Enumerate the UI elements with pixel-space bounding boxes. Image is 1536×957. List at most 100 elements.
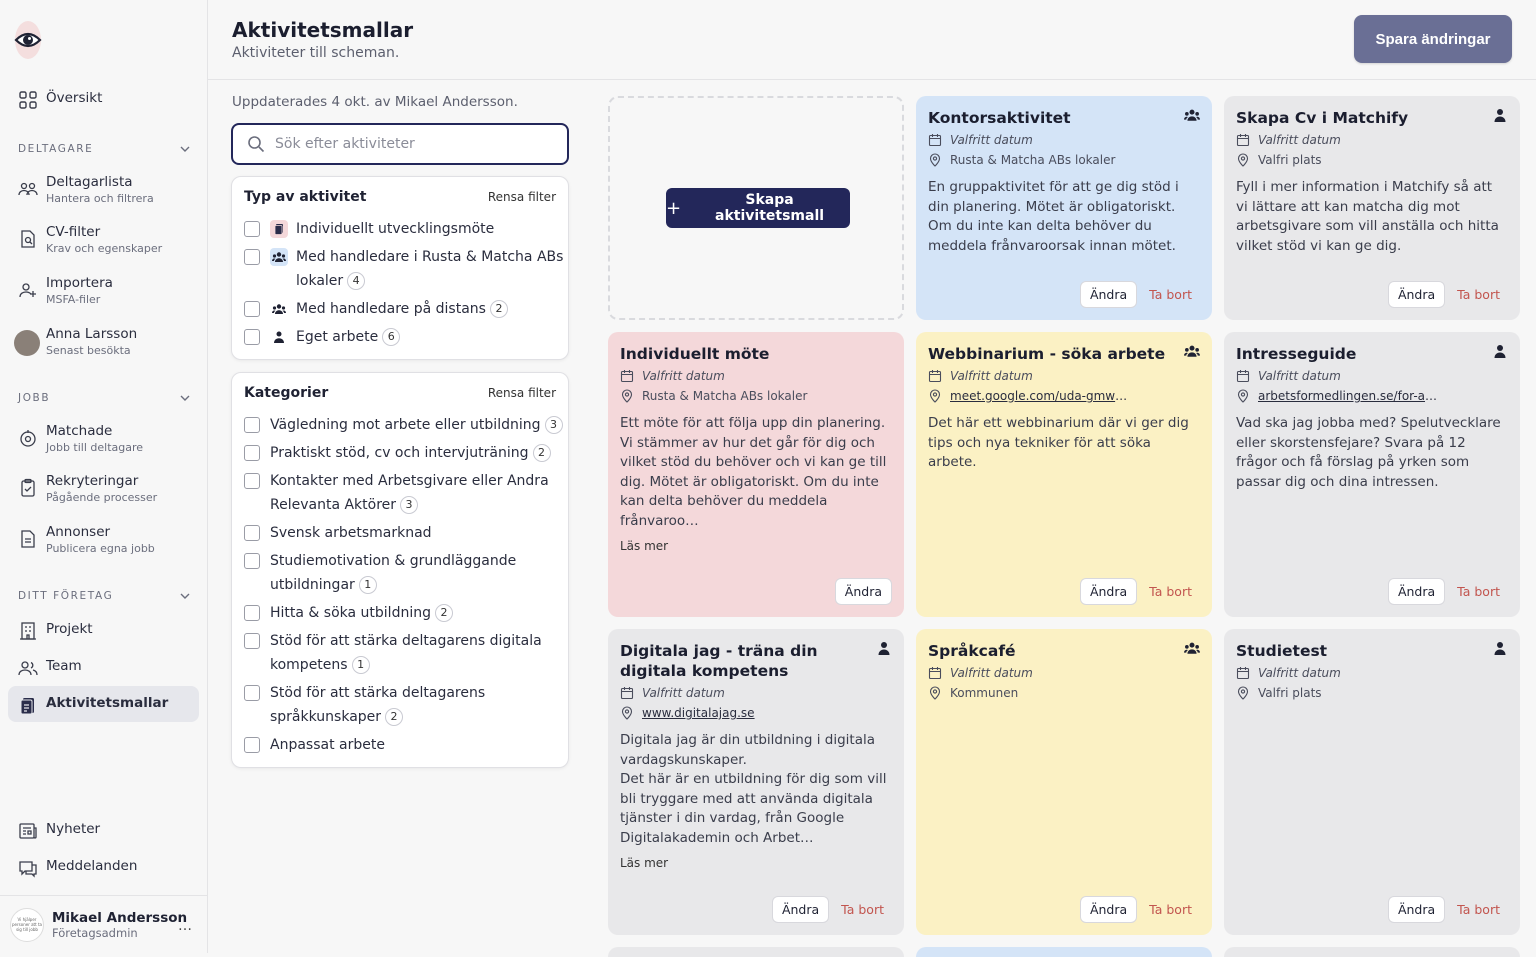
meeting-link[interactable]: meet.google.com/uda-gmwb-s… (950, 389, 1130, 403)
checkbox[interactable] (244, 301, 260, 317)
web-link[interactable]: www.digitalajag.se (642, 706, 755, 720)
calendar-icon (928, 667, 942, 680)
option-label: Stöd för att stärka deltagarens digitala (270, 633, 542, 649)
read-more-link[interactable]: Läs mer (620, 856, 892, 870)
sidebar-item-recent-participant[interactable]: Anna Larsson Senast besökta (8, 325, 199, 361)
checkbox[interactable] (244, 249, 260, 265)
filter-option[interactable]: Med handledare i Rusta & Matcha ABs lokal… (244, 245, 563, 293)
more-options-icon[interactable]: … (178, 918, 193, 934)
activity-card[interactable]: Individuellt möte Valfritt datum Rusta &… (608, 332, 904, 617)
checkbox[interactable] (244, 445, 260, 461)
sidebar-item-matched[interactable]: Matchade Jobb till deltagare (8, 422, 199, 458)
filter-option[interactable]: Vägledning mot arbete eller utbildning 3 (244, 413, 563, 437)
delete-button[interactable]: Ta bort (833, 896, 892, 923)
sidebar-item-participant-list[interactable]: Deltagarlista Hantera och filtrera (8, 173, 199, 209)
activity-card[interactable]: Språkcafé Valfritt datum Kommunen Ändra T… (916, 629, 1212, 935)
filter-option[interactable]: Kontakter med Arbetsgivare eller Andra Re… (244, 469, 549, 517)
filter-option[interactable]: Stöd för att stärka deltagarens språkkuns… (244, 681, 485, 729)
activity-card[interactable]: Studietest Valfritt datum Valfri plats Ä… (1224, 629, 1520, 935)
checkbox[interactable] (244, 525, 260, 541)
filter-option[interactable]: Svensk arbetsmarknad (244, 521, 432, 545)
filter-option[interactable]: Stöd för att stärka deltagarens digitala… (244, 629, 542, 677)
date-text: Valfritt datum (950, 133, 1033, 147)
logo-eye-icon[interactable] (14, 20, 42, 60)
checkbox[interactable] (244, 633, 260, 649)
sidebar-item-label: Team (46, 658, 82, 674)
search-input[interactable] (275, 136, 555, 152)
delete-button[interactable]: Ta bort (1141, 281, 1200, 308)
activity-card-partial[interactable] (916, 947, 1212, 957)
create-template-label: Skapa aktivitetsmall (715, 192, 825, 224)
card-date: Valfritt datum (928, 665, 1200, 681)
checkbox[interactable] (244, 685, 260, 701)
sidebar-item-recruitments[interactable]: Rekryteringar Pågående processer (8, 472, 199, 508)
card-date: Valfritt datum (928, 368, 1200, 384)
count-badge: 1 (351, 656, 370, 674)
edit-button[interactable]: Ändra (1079, 896, 1138, 923)
read-more-link[interactable]: Läs mer (620, 539, 892, 553)
web-link[interactable]: arbetsformedlingen.se/for-arbets… (1258, 389, 1438, 403)
edit-button[interactable]: Ändra (834, 578, 892, 605)
delete-button[interactable]: Ta bort (1449, 578, 1508, 605)
sidebar-item-import[interactable]: Importera MSFA-filer (8, 274, 199, 310)
filter-option[interactable]: Individuellt utvecklingsmöte (244, 217, 494, 241)
card-description: Fyll i mer information i Matchify så att… (1236, 179, 1499, 254)
checkbox[interactable] (244, 605, 260, 621)
checkbox[interactable] (244, 737, 260, 753)
sidebar-item-overview[interactable]: Översikt (8, 89, 199, 111)
card-title: Digitala jag - träna din digitala kompet… (620, 642, 818, 680)
sidebar-item-projects[interactable]: Projekt (8, 620, 199, 642)
search-field[interactable] (231, 123, 569, 165)
delete-button[interactable]: Ta bort (1449, 896, 1508, 923)
clear-filter-button[interactable]: Rensa filter (488, 190, 556, 204)
sidebar-item-messages[interactable]: Meddelanden (8, 857, 199, 879)
edit-button[interactable]: Ändra (1387, 896, 1446, 923)
users-icon (18, 182, 38, 196)
filter-option[interactable]: Praktiskt stöd, cv och intervjuträning 2 (244, 441, 551, 465)
create-template-button[interactable]: + Skapa aktivitetsmall (666, 188, 850, 228)
sidebar-item-ads[interactable]: Annonser Publicera egna jobb (8, 523, 199, 559)
activity-card[interactable]: Digitala jag - träna din digitala kompet… (608, 629, 904, 935)
sidebar-item-activity-templates[interactable]: Aktivitetsmallar (8, 686, 199, 722)
filter-option[interactable]: Eget arbete 6 (244, 325, 401, 349)
checkbox[interactable] (244, 329, 260, 345)
edit-button[interactable]: Ändra (1387, 578, 1446, 605)
edit-button[interactable]: Ändra (1079, 281, 1138, 308)
activity-card-partial[interactable] (608, 947, 904, 957)
card-date: Valfritt datum (620, 685, 892, 701)
place-text: Valfri plats (1258, 686, 1322, 700)
activity-card[interactable]: Kontorsaktivitet Valfritt datum Rusta & … (916, 96, 1212, 320)
clear-filter-button[interactable]: Rensa filter (488, 386, 556, 400)
sidebar-item-news[interactable]: Nyheter (8, 820, 199, 842)
edit-button[interactable]: Ändra (1079, 578, 1138, 605)
sidebar-item-cv-filter[interactable]: CV-filter Krav och egenskaper (8, 223, 199, 259)
filter-option[interactable]: Studiemotivation & grundläggande utbildni… (244, 549, 516, 597)
checkbox[interactable] (244, 417, 260, 433)
section-company[interactable]: DITT FÖRETAG (18, 590, 190, 602)
save-changes-button[interactable]: Spara ändringar (1354, 15, 1512, 63)
delete-button[interactable]: Ta bort (1449, 281, 1508, 308)
activity-card[interactable]: Intresseguide Valfritt datum arbetsforme… (1224, 332, 1520, 617)
location-pin-icon (621, 706, 633, 720)
delete-button[interactable]: Ta bort (1141, 578, 1200, 605)
checkbox[interactable] (244, 473, 260, 489)
checkbox[interactable] (244, 553, 260, 569)
location-pin-icon (1237, 389, 1249, 403)
sidebar-item-team[interactable]: Team (8, 657, 199, 679)
delete-button[interactable]: Ta bort (1141, 896, 1200, 923)
activity-card[interactable]: Skapa Cv i Matchify Valfritt datum Valfr… (1224, 96, 1520, 320)
section-jobs[interactable]: JOBB (18, 392, 190, 404)
location-pin-icon (1237, 686, 1249, 700)
activity-card[interactable]: Webbinarium - söka arbete Valfritt datum… (916, 332, 1212, 617)
current-user[interactable]: Vi hjälper personer att ta sig till jobb… (0, 895, 207, 953)
edit-button[interactable]: Ändra (771, 896, 830, 923)
activity-card-partial[interactable] (1224, 947, 1520, 957)
filter-categories: Kategorier Rensa filter Vägledning mot a… (231, 372, 569, 768)
checkbox[interactable] (244, 221, 260, 237)
edit-button[interactable]: Ändra (1387, 281, 1446, 308)
filter-option[interactable]: Med handledare på distans 2 (244, 297, 508, 321)
section-participants[interactable]: DELTAGARE (18, 143, 190, 155)
date-text: Valfritt datum (1258, 666, 1341, 680)
filter-option[interactable]: Hitta & söka utbildning 2 (244, 601, 453, 625)
filter-option[interactable]: Anpassat arbete (244, 733, 385, 757)
